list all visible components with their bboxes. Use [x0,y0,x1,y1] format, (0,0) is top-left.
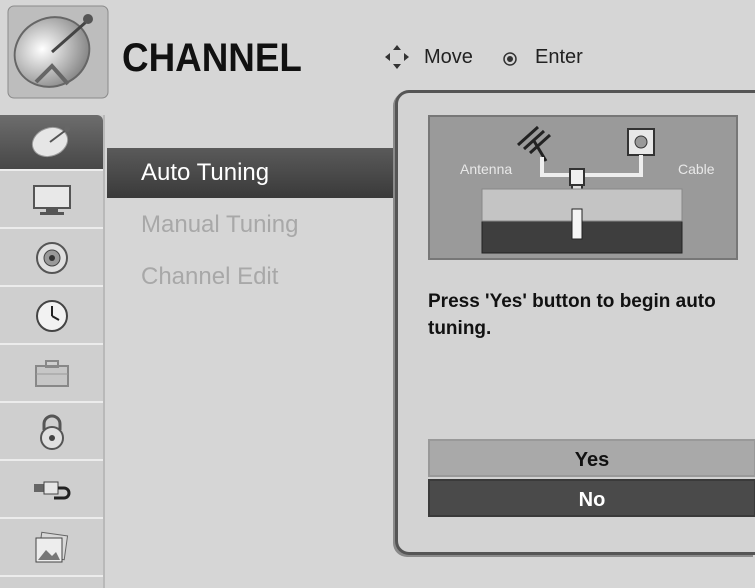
yes-button[interactable]: Yes [428,439,755,477]
enter-hint-label: Enter [535,46,583,68]
connection-diagram: Antenna Cable [428,115,738,260]
sidebar-item-time[interactable] [0,289,103,345]
sidebar-item-channel[interactable] [0,115,103,171]
move-hint-label: Move [424,46,473,68]
menu-item-auto-tuning[interactable]: Auto Tuning [107,148,407,198]
monitor-icon [32,185,71,215]
satellite-dish-icon [31,126,70,158]
antenna-label: Antenna [460,161,513,177]
sidebar-item-photo[interactable] [0,521,103,577]
no-button[interactable]: No [428,479,755,517]
sidebar-item-lock[interactable] [0,405,103,461]
auto-tuning-dialog: Antenna Cable Press 'Yes' button to begi… [395,90,755,555]
sidebar-item-input[interactable] [0,463,103,519]
toolbox-icon [34,360,69,387]
clock-icon [35,300,68,332]
speaker-icon [35,242,68,274]
tv-menu-screen: CHANNEL Move Enter Auto Tuning Manual Tu… [0,0,755,588]
cable-jack-icon [627,128,655,156]
padlock-icon [39,414,64,450]
cable-label: Cable [678,161,715,177]
antenna-icon [516,125,552,162]
input-plug-icon [33,481,70,500]
category-sidebar [0,115,105,588]
menu-item-channel-edit[interactable]: Channel Edit [119,252,419,302]
dialog-message: Press 'Yes' button to begin auto tuning. [428,291,716,339]
sidebar-item-audio[interactable] [0,231,103,287]
menu-item-manual-tuning[interactable]: Manual Tuning [119,200,419,250]
satellite-dish-icon [7,5,109,99]
four-way-arrow-icon [385,45,409,69]
photo-icon [35,531,68,563]
sidebar-item-picture[interactable] [0,173,103,229]
sidebar-item-option[interactable] [0,347,103,403]
antenna-cable-illustration [481,125,683,254]
enter-dot-icon [503,52,517,66]
page-title: CHANNEL [122,36,302,80]
